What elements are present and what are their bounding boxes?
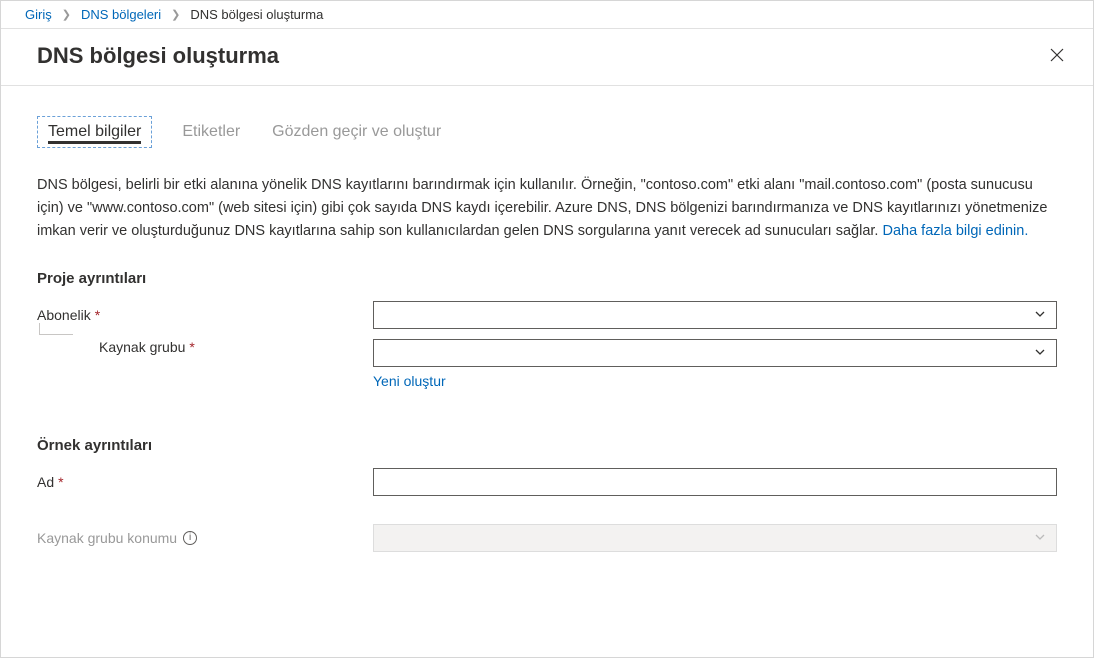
label-rg-location: Kaynak grubu konumu i (37, 530, 373, 546)
row-name: Ad * (37, 468, 1057, 496)
required-marker: * (95, 307, 100, 323)
tabs: Temel bilgiler Etiketler Gözden geçir ve… (37, 116, 1057, 148)
page-header: DNS bölgesi oluşturma (1, 29, 1093, 85)
chevron-down-icon (1034, 530, 1046, 546)
breadcrumb-current: DNS bölgesi oluşturma (190, 7, 323, 22)
tab-review[interactable]: Gözden geçir ve oluştur (270, 116, 443, 148)
row-subscription: Abonelik * (37, 301, 1057, 329)
label-resource-group: Kaynak grubu * (37, 339, 373, 355)
breadcrumb: Giriş ❯ DNS bölgeleri ❯ DNS bölgesi oluş… (1, 1, 1093, 29)
label-name-text: Ad (37, 474, 54, 490)
section-instance-details: Örnek ayrıntıları (37, 437, 1057, 454)
tab-basics[interactable]: Temel bilgiler (37, 116, 152, 148)
tab-tags[interactable]: Etiketler (180, 116, 242, 148)
label-subscription: Abonelik * (37, 307, 373, 323)
row-resource-group: Kaynak grubu * Yeni oluştur (37, 339, 1057, 397)
section-project-details: Proje ayrıntıları (37, 270, 1057, 287)
breadcrumb-home[interactable]: Giriş (25, 7, 52, 22)
page-title: DNS bölgesi oluşturma (37, 43, 279, 69)
rg-location-select (373, 524, 1057, 552)
chevron-right-icon: ❯ (62, 8, 71, 21)
content: Temel bilgiler Etiketler Gözden geçir ve… (1, 86, 1093, 552)
breadcrumb-zones[interactable]: DNS bölgeleri (81, 7, 161, 22)
chevron-down-icon (1034, 345, 1046, 361)
resource-group-select[interactable] (373, 339, 1057, 367)
required-marker: * (189, 339, 194, 355)
name-input[interactable] (373, 468, 1057, 496)
label-rg-location-text: Kaynak grubu konumu (37, 530, 177, 546)
label-name: Ad * (37, 474, 373, 490)
info-icon[interactable]: i (183, 531, 197, 545)
close-icon (1049, 47, 1065, 66)
create-new-rg-link[interactable]: Yeni oluştur (373, 373, 446, 389)
row-rg-location: Kaynak grubu konumu i (37, 524, 1057, 552)
learn-more-link[interactable]: Daha fazla bilgi edinin. (882, 223, 1028, 239)
required-marker: * (58, 474, 63, 490)
chevron-right-icon: ❯ (171, 8, 180, 21)
close-button[interactable] (1045, 44, 1069, 68)
label-subscription-text: Abonelik (37, 307, 91, 323)
label-resource-group-text: Kaynak grubu (99, 339, 185, 355)
chevron-down-icon (1034, 307, 1046, 323)
description-text: DNS bölgesi, belirli bir etki alanına yö… (37, 174, 1057, 244)
subscription-select[interactable] (373, 301, 1057, 329)
